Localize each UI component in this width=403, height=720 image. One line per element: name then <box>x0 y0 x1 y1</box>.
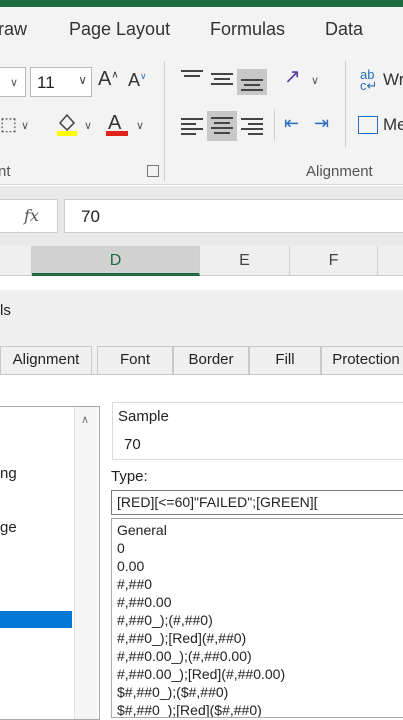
fill-color-icon[interactable] <box>56 111 78 137</box>
column-headers: D E F <box>0 246 403 276</box>
font-name-box[interactable]: ∨ <box>0 67 26 97</box>
wrap-text-label[interactable]: Wr <box>383 71 403 88</box>
tab-alignment[interactable]: Alignment <box>0 346 92 374</box>
merge-center-label[interactable]: Me <box>383 116 403 133</box>
category-list[interactable]: ng ge ∧ <box>0 406 100 720</box>
category-item-selected[interactable] <box>0 611 72 628</box>
font-group-label: nt <box>0 163 11 180</box>
column-header-next[interactable] <box>378 246 403 276</box>
group-divider <box>345 61 346 147</box>
tab-font[interactable]: Font <box>97 346 173 374</box>
format-code-item[interactable]: General <box>117 522 167 538</box>
format-code-item[interactable]: #,##0_);(#,##0) <box>117 612 213 628</box>
category-item[interactable]: ng <box>0 465 17 482</box>
align-left-icon <box>181 118 203 138</box>
format-code-list[interactable]: General 0 0.00 #,##0 #,##0.00 #,##0_);(#… <box>111 518 403 718</box>
align-bottom-icon <box>241 79 263 94</box>
orientation-dropdown-icon[interactable]: ∨ <box>311 74 319 87</box>
wrap-text-icon[interactable]: ab c↵ <box>360 68 377 92</box>
align-top-icon <box>181 70 203 85</box>
align-right-icon <box>241 118 263 138</box>
tab-fill[interactable]: Fill <box>249 346 321 374</box>
tab-border[interactable]: Border <box>173 346 249 374</box>
tab-draw[interactable]: raw <box>0 19 27 40</box>
align-middle-icon <box>211 73 233 88</box>
tab-protection[interactable]: Protection <box>321 346 403 374</box>
tab-page-layout[interactable]: Page Layout <box>69 19 170 40</box>
formula-value: 70 <box>81 207 100 226</box>
align-right-button[interactable] <box>237 113 267 139</box>
insert-function-button[interactable]: fx <box>0 199 58 233</box>
align-center-icon <box>211 117 233 137</box>
format-code-item[interactable]: #,##0 <box>117 576 152 592</box>
sheet-grid[interactable] <box>0 276 403 290</box>
align-left-button[interactable] <box>177 113 207 139</box>
font-size-box[interactable]: 11 ∨ <box>30 67 92 97</box>
increase-indent-icon[interactable]: ⇥ <box>314 114 329 132</box>
align-divider <box>274 109 275 141</box>
borders-icon[interactable]: ⬚ <box>0 115 17 133</box>
tab-data[interactable]: Data <box>325 19 363 40</box>
format-code-item[interactable]: 0.00 <box>117 558 144 574</box>
formula-bar: fx 70 <box>0 186 403 246</box>
svg-text:A: A <box>108 112 122 134</box>
align-middle-button[interactable] <box>207 65 237 91</box>
align-top-button[interactable] <box>177 65 207 91</box>
column-header-d[interactable]: D <box>32 246 200 276</box>
dialog-tabs: Alignment Font Border Fill Protection <box>0 346 403 374</box>
format-code-item[interactable]: #,##0.00_);(#,##0.00) <box>117 648 252 664</box>
sample-value: 70 <box>124 436 141 453</box>
format-code-item[interactable]: #,##0.00_);[Red](#,##0.00) <box>117 666 285 682</box>
font-color-icon[interactable]: A <box>104 110 130 138</box>
type-input[interactable]: [RED][<=60]"FAILED";[GREEN][ <box>111 490 403 515</box>
title-bar-strip <box>0 0 403 7</box>
column-header-partial[interactable] <box>0 246 32 276</box>
column-header-f[interactable]: F <box>290 246 378 276</box>
sample-label: Sample <box>118 408 172 425</box>
increase-font-size-icon[interactable]: A∧ <box>98 69 119 89</box>
align-bottom-button[interactable] <box>237 69 267 95</box>
type-input-value: [RED][<=60]"FAILED";[GREEN][ <box>117 494 318 510</box>
format-cells-dialog: ls Alignment Font Border Fill Protection… <box>0 290 403 720</box>
fill-color-dropdown-icon[interactable]: ∨ <box>84 119 92 132</box>
category-item[interactable]: ge <box>0 519 17 536</box>
decrease-font-size-icon[interactable]: A∨ <box>128 71 147 89</box>
fx-icon: fx <box>24 206 39 225</box>
ribbon-tab-bar: raw Page Layout Formulas Data <box>0 7 403 51</box>
tab-formulas[interactable]: Formulas <box>210 19 285 40</box>
merge-center-icon[interactable] <box>358 116 378 134</box>
format-code-item[interactable]: $#,##0_);($#,##0) <box>117 684 228 700</box>
orientation-icon[interactable]: ↗ <box>284 67 301 87</box>
borders-dropdown-icon[interactable]: ∨ <box>21 119 29 132</box>
dialog-title: ls <box>0 302 11 319</box>
chevron-down-icon: ∨ <box>78 73 87 87</box>
type-label: Type: <box>111 468 148 485</box>
format-code-item[interactable]: #,##0_);[Red](#,##0) <box>117 630 246 646</box>
font-color-dropdown-icon[interactable]: ∨ <box>136 119 144 132</box>
align-center-button[interactable] <box>207 111 237 141</box>
alignment-group-label: Alignment <box>306 163 373 180</box>
group-divider <box>164 61 165 181</box>
font-dialog-launcher-icon[interactable] <box>147 165 159 177</box>
format-code-item[interactable]: #,##0.00 <box>117 594 172 610</box>
ribbon: ∨ 11 ∨ A∧ A∨ ⬚ ∨ ∨ A ∨ nt ↗ ∨ ⇤ ⇥ Alignm… <box>0 51 403 185</box>
format-code-item[interactable]: $#,##0_);[Red]($#,##0) <box>117 702 262 717</box>
decrease-indent-icon[interactable]: ⇤ <box>284 114 299 132</box>
font-name-dropdown-icon: ∨ <box>10 77 19 89</box>
scroll-up-icon[interactable]: ∧ <box>81 413 89 426</box>
category-scrollbar[interactable]: ∧ <box>74 407 98 719</box>
font-size-value: 11 <box>37 73 55 92</box>
formula-input[interactable]: 70 <box>64 199 403 233</box>
format-code-item[interactable]: 0 <box>117 540 125 556</box>
column-header-e[interactable]: E <box>200 246 290 276</box>
